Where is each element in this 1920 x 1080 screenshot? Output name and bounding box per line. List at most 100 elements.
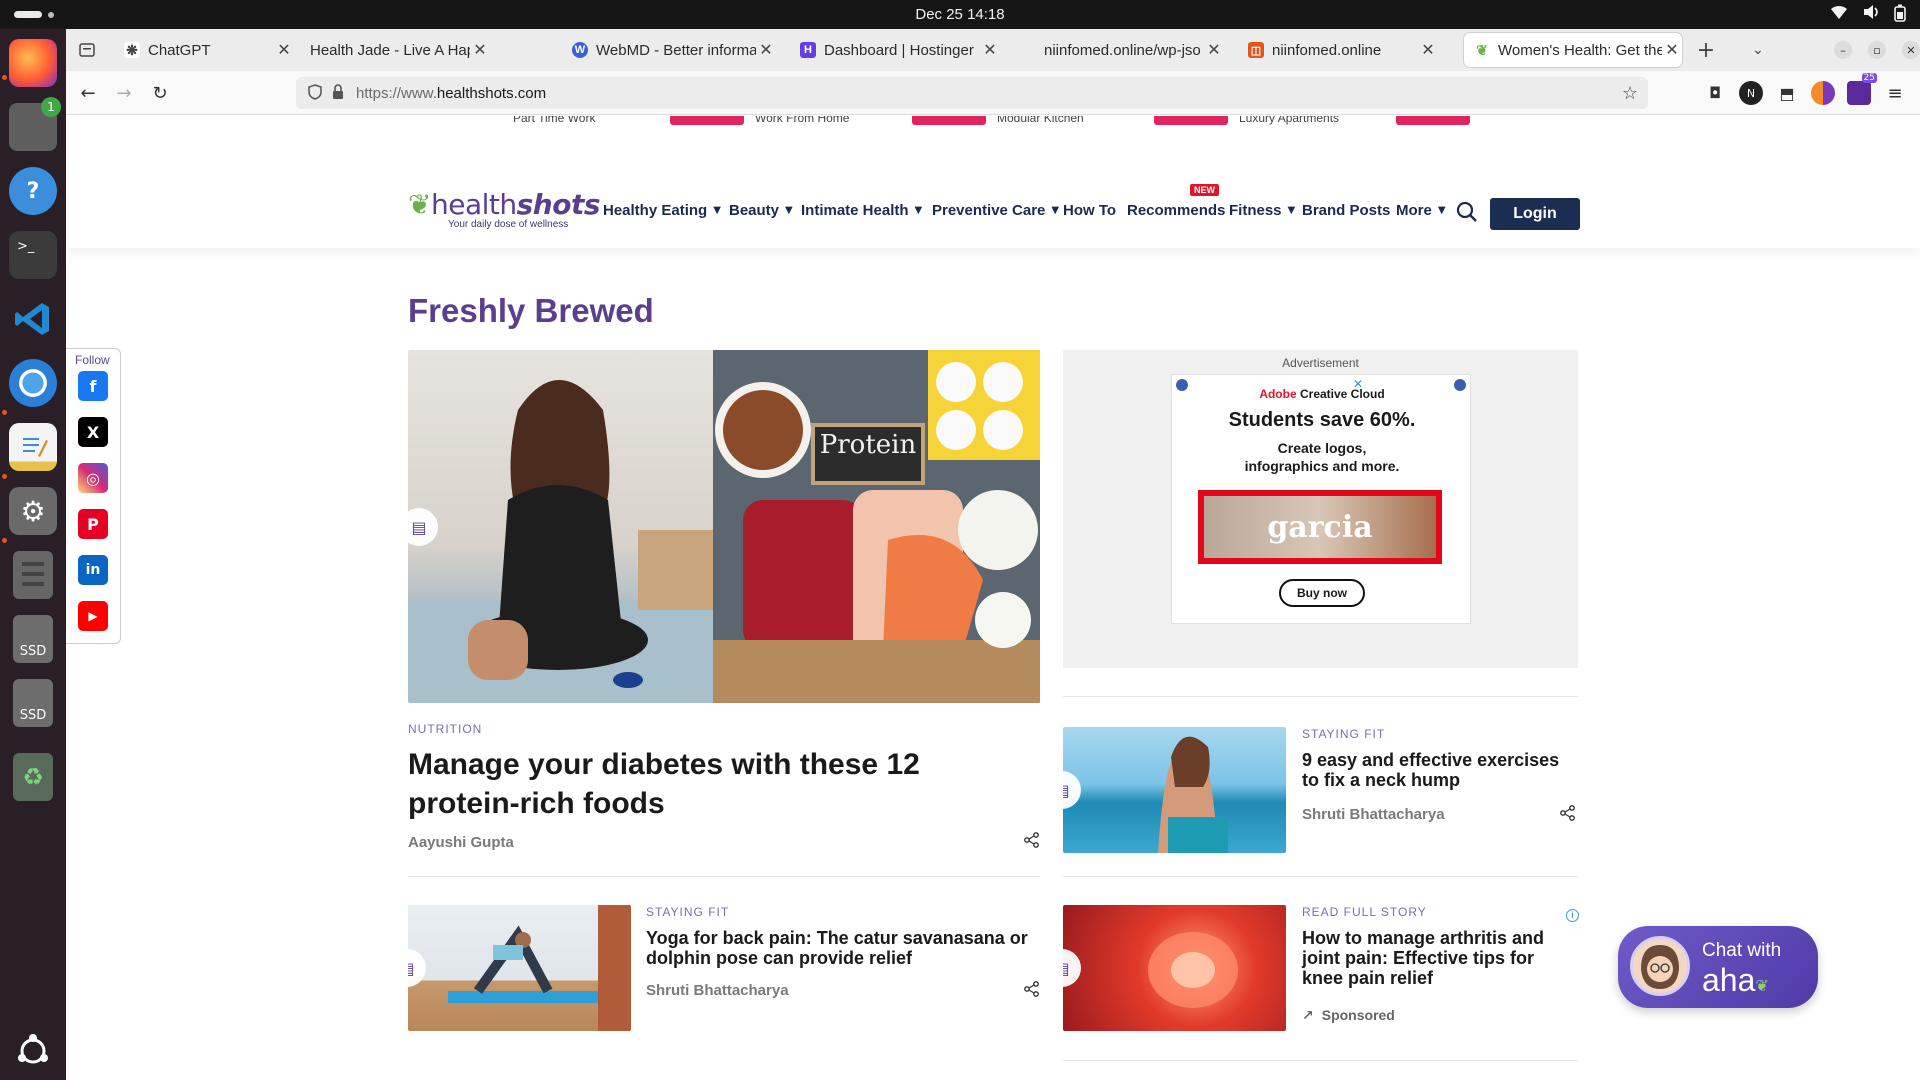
- menu-how-to[interactable]: How To: [1063, 202, 1116, 219]
- tab-close-icon[interactable]: ✕: [470, 40, 490, 60]
- article-author[interactable]: Shruti Bhattacharya: [646, 982, 789, 999]
- tab-overview-icon[interactable]: [74, 37, 100, 63]
- menu-preventive-care[interactable]: Preventive Care ▼: [932, 202, 1059, 219]
- forward-icon[interactable]: →: [110, 79, 138, 107]
- hero-article-image[interactable]: Protein ▤: [408, 350, 1040, 703]
- facebook-icon[interactable]: f: [78, 371, 108, 401]
- article-category[interactable]: STAYING FIT: [1302, 727, 1385, 741]
- share-icon[interactable]: [1024, 832, 1042, 850]
- files-icon[interactable]: 1: [9, 97, 61, 151]
- bookmark-star-icon[interactable]: ☆: [1622, 83, 1638, 104]
- trash-icon[interactable]: ♻: [13, 753, 53, 801]
- sponsored-link[interactable]: Work From Home: [755, 116, 849, 125]
- article-category[interactable]: STAYING FIT: [646, 905, 729, 919]
- article-title-line[interactable]: 9 easy and effective exercises: [1302, 750, 1559, 770]
- ublock-extension-icon[interactable]: 25: [1847, 73, 1877, 105]
- article-thumbnail-neck[interactable]: ▤: [1063, 727, 1286, 853]
- article-title-line[interactable]: knee pain relief: [1302, 968, 1433, 988]
- vscode-icon[interactable]: [9, 295, 57, 343]
- hero-category[interactable]: NUTRITION: [408, 722, 482, 736]
- tab-webmd[interactable]: W WebMD - Better informa ✕: [562, 33, 776, 67]
- sponsored-link[interactable]: Modular Kitchen: [997, 116, 1084, 125]
- url-text[interactable]: https://www.healthshots.com: [356, 85, 546, 102]
- chat-with-aha-widget[interactable]: Chat with aha❦: [1618, 926, 1818, 1008]
- wifi-icon[interactable]: [1830, 4, 1848, 26]
- article-category[interactable]: READ FULL STORY: [1302, 905, 1427, 919]
- sponsored-link-button[interactable]: [670, 116, 744, 125]
- menu-more[interactable]: More ▼: [1396, 202, 1446, 219]
- terminal-icon[interactable]: >_: [9, 231, 57, 279]
- tab-close-icon[interactable]: ✕: [1418, 40, 1438, 60]
- battery-icon[interactable]: [1894, 4, 1906, 26]
- close-window-icon[interactable]: ✕: [1902, 41, 1920, 59]
- hero-author[interactable]: Aayushi Gupta: [408, 834, 514, 851]
- volume-icon[interactable]: [1862, 4, 1880, 26]
- tab-healthshots[interactable]: ❦ Women's Health: Get the ✕: [1464, 33, 1682, 67]
- menu-recommends[interactable]: Recommends: [1127, 202, 1225, 219]
- info-icon[interactable]: i: [1566, 909, 1579, 922]
- help-icon[interactable]: ?: [9, 167, 57, 215]
- article-title-line[interactable]: Yoga for back pain: The catur savanasana…: [646, 928, 1028, 948]
- youtube-icon[interactable]: ▶: [78, 601, 108, 631]
- menu-intimate-health[interactable]: Intimate Health ▼: [801, 202, 922, 219]
- share-icon[interactable]: [1560, 805, 1578, 823]
- pocket-icon[interactable]: ◘: [1703, 81, 1727, 105]
- sponsored-link[interactable]: Part Time Work: [513, 116, 595, 125]
- tab-hostinger[interactable]: H Dashboard | Hostinger ✕: [790, 33, 1000, 67]
- article-title-line[interactable]: to fix a neck hump: [1302, 770, 1460, 790]
- article-title-line[interactable]: How to manage arthritis and: [1302, 928, 1544, 948]
- tab-health-jade[interactable]: Health Jade - Live A Happier ✕: [300, 33, 490, 67]
- restore-icon[interactable]: ▫: [1868, 41, 1886, 59]
- x-icon[interactable]: X: [78, 417, 108, 447]
- notion-extension-icon[interactable]: N: [1739, 81, 1763, 105]
- firefox-icon[interactable]: [9, 39, 57, 87]
- server-icon[interactable]: [13, 551, 53, 599]
- drive-icon[interactable]: SSD: [13, 615, 53, 663]
- settings-icon[interactable]: ⚙: [9, 487, 57, 535]
- system-clock[interactable]: Dec 25 14:18: [0, 6, 1920, 23]
- chromium-icon[interactable]: [9, 359, 57, 407]
- tracking-protection-icon[interactable]: [308, 84, 322, 105]
- buy-now-button[interactable]: Buy now: [1279, 579, 1365, 607]
- hamburger-menu-icon[interactable]: ≡: [1883, 81, 1907, 105]
- menu-fitness[interactable]: Fitness ▼: [1229, 202, 1295, 219]
- url-bar[interactable]: https://www.healthshots.com ☆: [296, 77, 1648, 109]
- system-tray[interactable]: [1830, 4, 1906, 26]
- instagram-icon[interactable]: ◎: [78, 463, 108, 493]
- article-title-line[interactable]: joint pain: Effective tips for: [1302, 948, 1534, 968]
- menu-healthy-eating[interactable]: Healthy Eating ▼: [603, 202, 721, 219]
- share-icon[interactable]: [1024, 981, 1042, 999]
- back-icon[interactable]: ←: [74, 79, 102, 107]
- color-extension-icon[interactable]: [1811, 81, 1835, 105]
- adobe-ad-banner[interactable]: ✕ Adobe Creative Cloud Students save 60%…: [1171, 374, 1471, 624]
- tab-list-chevron-icon[interactable]: ⌄: [1745, 37, 1771, 63]
- article-author[interactable]: Shruti Bhattacharya: [1302, 806, 1445, 823]
- text-editor-icon[interactable]: [9, 423, 57, 471]
- article-title-line[interactable]: dolphin pose can provide relief: [646, 948, 912, 968]
- show-apps-icon[interactable]: [9, 1027, 57, 1075]
- tab-close-icon[interactable]: ✕: [1662, 40, 1682, 60]
- hero-title-line1[interactable]: Manage your diabetes with these 12: [408, 745, 920, 784]
- new-tab-icon[interactable]: +: [1693, 37, 1719, 63]
- reload-icon[interactable]: ↻: [146, 79, 174, 107]
- healthshots-logo[interactable]: ❦healthshots Your daily dose of wellness: [408, 188, 601, 230]
- tab-niinfomed[interactable]: ◫ niinfomed.online ✕: [1238, 33, 1438, 67]
- article-thumbnail-yoga[interactable]: ▤: [408, 905, 631, 1031]
- sponsored-link[interactable]: Luxury Apartments: [1239, 116, 1339, 125]
- tab-close-icon[interactable]: ✕: [1204, 40, 1224, 60]
- extensions-icon[interactable]: ⬒: [1775, 81, 1799, 105]
- minimize-icon[interactable]: –: [1834, 41, 1852, 59]
- menu-beauty[interactable]: Beauty ▼: [729, 202, 793, 219]
- sponsored-link-button[interactable]: [912, 116, 986, 125]
- linkedin-icon[interactable]: in: [78, 555, 108, 585]
- tab-close-icon[interactable]: ✕: [274, 40, 294, 60]
- tab-niinfomed-wp-json[interactable]: niinfomed.online/wp-jso ✕: [1034, 33, 1224, 67]
- article-thumbnail-knee[interactable]: ▤: [1063, 905, 1286, 1031]
- menu-brand-posts[interactable]: Brand Posts: [1302, 202, 1390, 219]
- search-icon[interactable]: [1456, 201, 1478, 228]
- pinterest-icon[interactable]: P: [78, 509, 108, 539]
- sponsored-link-button[interactable]: [1396, 116, 1470, 125]
- login-button[interactable]: Login: [1490, 198, 1580, 230]
- tab-close-icon[interactable]: ✕: [756, 40, 776, 60]
- sponsored-link-button[interactable]: [1154, 116, 1228, 125]
